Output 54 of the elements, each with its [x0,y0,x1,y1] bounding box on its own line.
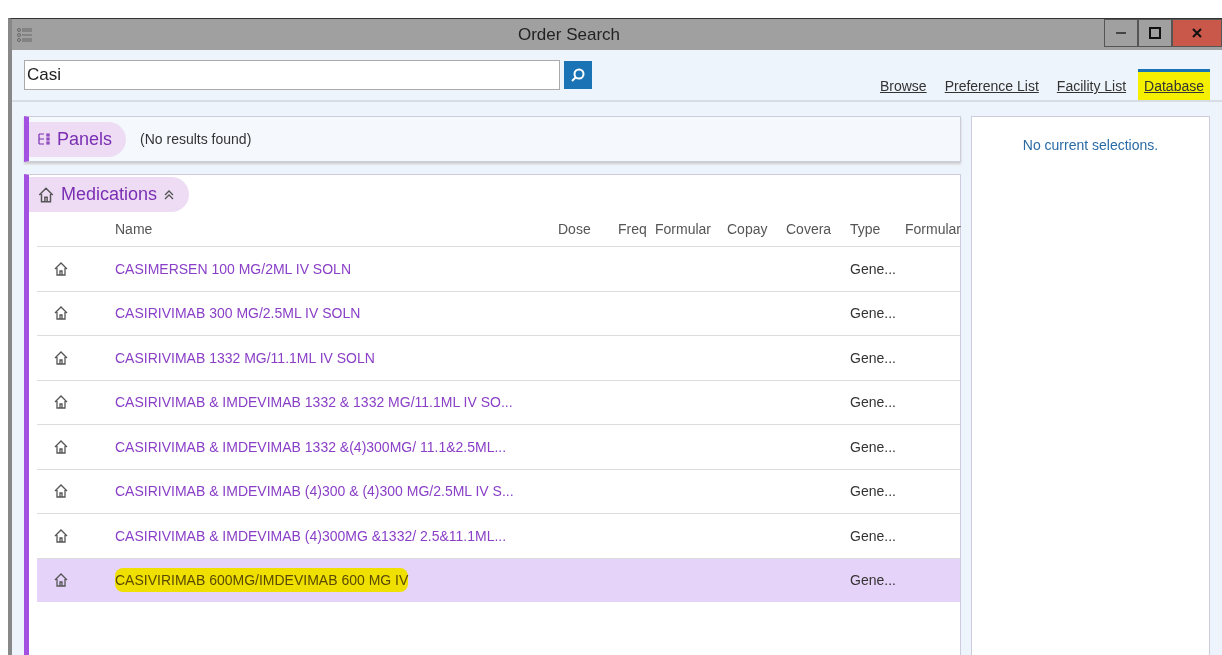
tab[interactable]: Database [1138,69,1210,100]
type-cell-text: Gene... [850,438,897,455]
no-selections-text: No current selections. [1022,137,1159,153]
column-header[interactable]: Formular [905,221,961,237]
medication-name[interactable]: CASIRIVIMAB & IMDEVIMAB (4)300MG &1332/ 2.5&11.1ML... [115,527,507,544]
house-icon [37,185,55,204]
medication-name[interactable]: CASIMERSEN 100 MG/2ML IV SOLN [115,260,351,277]
house-icon [53,260,69,277]
medication-name[interactable]: CASIVIRIMAB 600MG/IMDEVIMAB 600 MG IV [115,568,409,593]
tab[interactable]: Facility List [1050,69,1133,100]
panels-icon [37,132,51,146]
medication-name[interactable]: CASIRIVIMAB & IMDEVIMAB 1332 & 1332 MG/11.1ML IV SO... [115,394,513,411]
house-icon [53,305,69,322]
house-icon [53,438,69,455]
type-cell-text: Gene... [850,305,897,322]
search-icon [570,67,586,83]
medication-name[interactable]: CASIRIVIMAB & IMDEVIMAB (4)300 & (4)300 MG/2.5ML IV S... [115,483,514,500]
maximize-button[interactable] [1138,19,1172,47]
maximize-icon [1149,27,1161,39]
type-cell-text: Gene... [850,527,897,544]
column-header[interactable]: Freq [618,221,655,237]
section-title: Panels [57,128,113,150]
search-button[interactable] [564,61,592,89]
column-header[interactable]: Covera [786,221,850,237]
tab[interactable]: Preference List [938,69,1045,100]
medication-name[interactable]: CASIRIVIMAB 1332 MG/11.1ML IV SOLN [115,349,375,366]
medication-name[interactable]: CASIRIVIMAB 300 MG/2.5ML IV SOLN [115,305,361,322]
house-icon [53,572,69,589]
minimize-button[interactable] [1104,19,1138,47]
close-icon [1191,27,1203,39]
house-icon [53,483,69,500]
search-field[interactable]: Casi [24,60,560,90]
column-header[interactable]: Formular [655,221,727,237]
type-cell-text: Gene... [850,260,897,277]
column-header[interactable]: Dose [558,221,618,237]
close-button[interactable] [1172,19,1222,47]
tab[interactable]: Browse [873,69,933,100]
list-icon [16,25,34,44]
minimize-icon [1116,31,1126,35]
window-title: Order Search [516,24,621,45]
section-title: Medications [61,184,158,205]
type-cell-text: Gene... [850,572,897,589]
house-icon [53,349,69,366]
house-icon [53,527,69,544]
house-icon [53,394,69,411]
type-cell-text: Gene... [850,349,897,366]
column-header[interactable]: Name [115,221,558,237]
column-header[interactable]: Copay [727,221,786,237]
type-cell-text: Gene... [850,394,897,411]
no-results-text: (No results found) [140,131,252,147]
collapse-icon[interactable] [163,188,176,201]
type-cell-text: Gene... [850,483,897,500]
column-header[interactable]: Type [850,221,905,237]
medication-name[interactable]: CASIRIVIMAB & IMDEVIMAB 1332 &(4)300MG/ 11.1&2.5ML... [115,438,507,455]
